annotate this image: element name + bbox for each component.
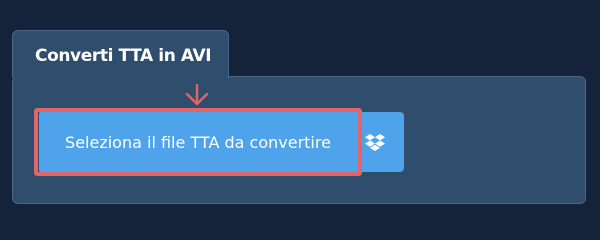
- tab-title: Converti TTA in AVI: [35, 46, 212, 66]
- select-file-button[interactable]: Seleziona il file TTA da convertire: [39, 112, 357, 172]
- dropbox-icon: [364, 134, 385, 151]
- arrow-down-icon: [185, 84, 209, 106]
- converter-tab: Converti TTA in AVI: [12, 30, 229, 78]
